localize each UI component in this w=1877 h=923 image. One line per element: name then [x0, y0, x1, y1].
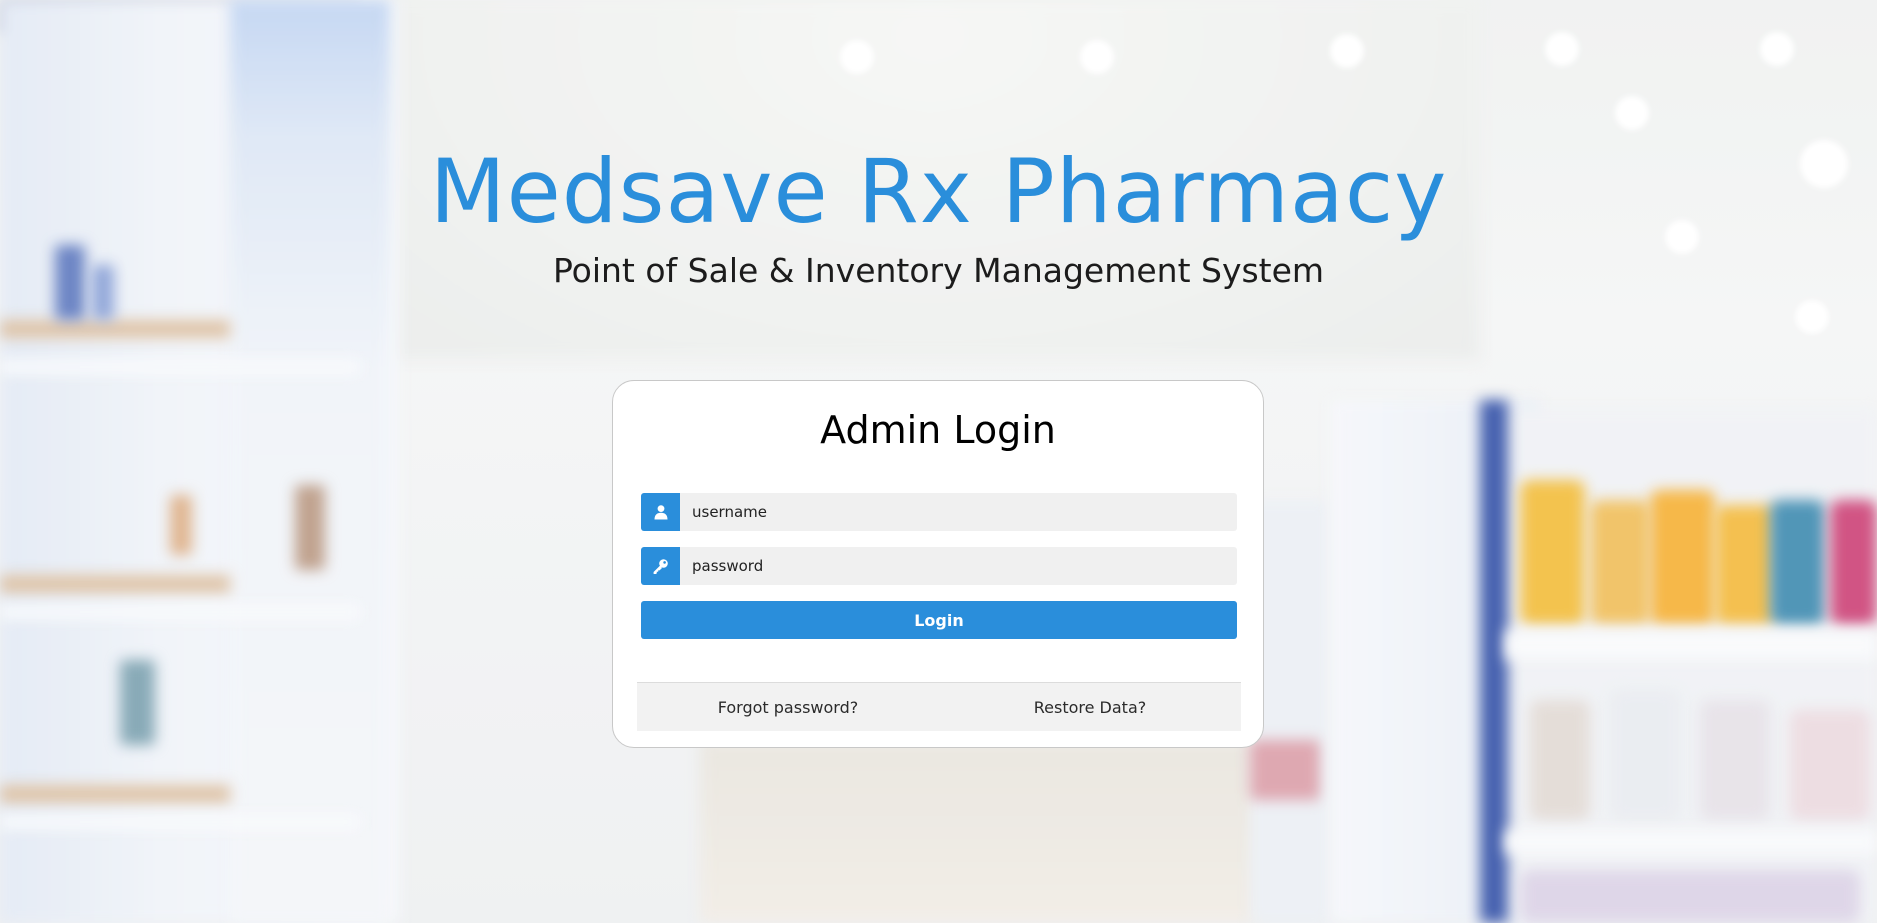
login-page: Medsave Rx Pharmacy Point of Sale & Inve…: [0, 0, 1877, 923]
username-field-group: [641, 493, 1237, 531]
forgot-password-link[interactable]: Forgot password?: [637, 683, 939, 731]
username-input[interactable]: [680, 493, 1237, 531]
restore-data-link[interactable]: Restore Data?: [939, 683, 1241, 731]
background-image: [0, 0, 1877, 923]
user-icon: [641, 493, 680, 531]
password-field-group: [641, 547, 1237, 585]
card-footer: Forgot password? Restore Data?: [637, 682, 1241, 731]
app-subtitle: Point of Sale & Inventory Management Sys…: [552, 251, 1325, 290]
login-heading: Admin Login: [820, 408, 1056, 452]
login-card: Admin Login Login Forgot pas: [612, 380, 1264, 748]
key-icon: [641, 547, 680, 585]
app-title: Medsave Rx Pharmacy: [429, 140, 1448, 243]
password-input[interactable]: [680, 547, 1237, 585]
login-button[interactable]: Login: [641, 601, 1237, 639]
